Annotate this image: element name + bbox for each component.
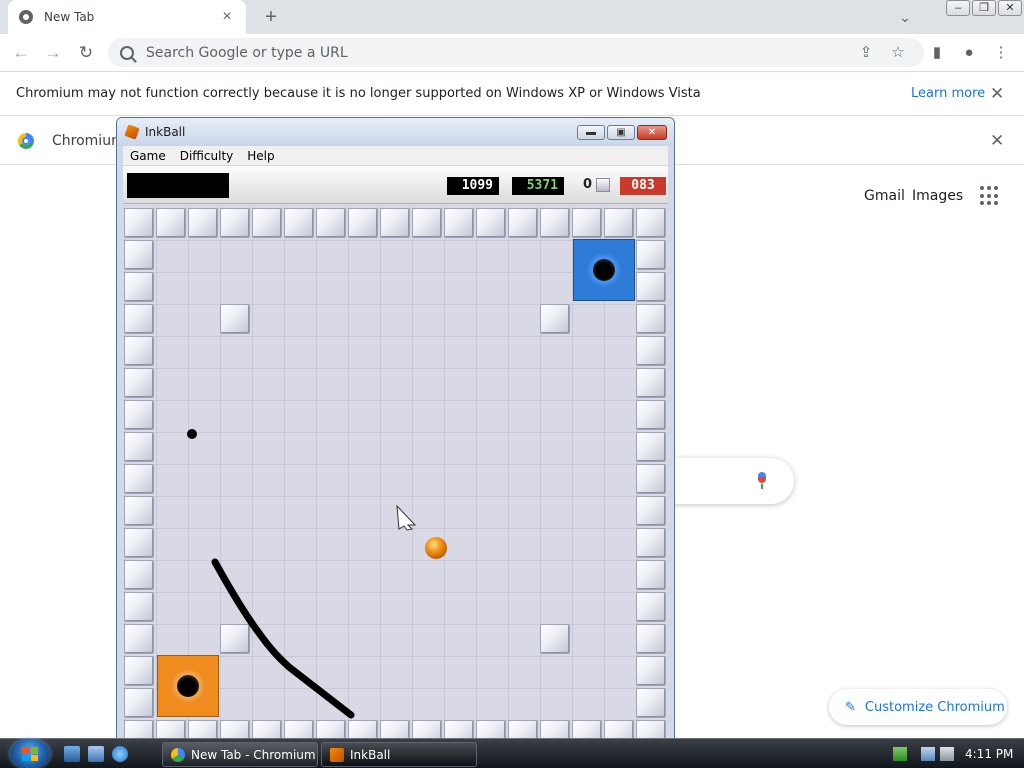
next-ball-display [127,173,229,198]
balls-count: 0 [583,177,593,192]
tab-new-tab[interactable]: New Tab × [8,0,246,34]
taskbar-item-chromium[interactable]: New Tab - Chromium [162,742,318,767]
customize-label: Customize Chromium [864,699,1005,715]
game-board[interactable] [123,207,668,740]
reload-icon[interactable]: ↻ [73,40,99,66]
high-score: 5371 [512,177,564,195]
ink-dot [187,429,197,439]
apps-grid-icon[interactable] [980,186,1000,206]
start-button[interactable] [10,739,50,768]
infobar-message: Chromium may not function correctly beca… [16,86,701,101]
maximize-icon[interactable]: ▣ [607,125,635,140]
omnibox-input[interactable] [146,44,912,61]
show-desktop-icon[interactable] [64,746,80,762]
taskbar: New Tab - Chromium InkBall 4:11 PM [0,738,1024,768]
network-icon[interactable] [921,747,935,761]
menu-game[interactable]: Game [123,149,173,163]
internet-explorer-icon[interactable] [112,746,128,762]
inkball-window-controls: ▬ ▣ ✕ [577,125,667,140]
microphone-icon[interactable] [757,472,767,490]
browser-toolbar: ← → ↻ ⇪ ☆ ▮ ● ⋮ [0,34,1024,72]
gray-ball-indicator-icon [596,178,610,192]
images-link[interactable]: Images [912,188,963,204]
menu-help[interactable]: Help [240,149,281,163]
maximize-icon[interactable]: ❐ [972,0,996,16]
ink-layer [187,429,447,719]
inkball-menubar: Game Difficulty Help [123,146,668,165]
orange-ball [425,537,447,559]
taskbar-item-inkball[interactable]: InkBall [321,742,477,767]
gmail-link[interactable]: Gmail [864,188,905,204]
inkball-title: InkBall [145,125,186,139]
cursor-icon [396,504,417,531]
search-icon [120,45,134,60]
inkball-body: 1099 5371 0 083 [123,166,668,740]
tab-close-icon[interactable]: × [218,8,236,26]
infobar-label: Chromium [52,132,125,149]
switch-windows-icon[interactable] [88,746,104,762]
tab-title: New Tab [44,10,95,24]
minimize-icon[interactable]: – [946,0,970,16]
learn-more-link[interactable]: Learn more [911,86,985,101]
clock[interactable]: 4:11 PM [965,747,1013,761]
inkball-window: InkBall ▬ ▣ ✕ Game Difficulty Help 1099 … [116,117,675,741]
screen: New Tab × + ⌄ – ❐ ✕ ← → ↻ ⇪ ☆ ▮ ● ⋮ Chro… [0,0,1024,768]
unsupported-os-infobar: Chromium may not function correctly beca… [0,72,1024,116]
profile-icon[interactable]: ● [958,42,980,64]
menu-icon[interactable]: ⋮ [990,42,1012,64]
ink-stroke [211,558,355,719]
task-label: New Tab - Chromium [191,747,316,762]
inkball-titlebar[interactable]: InkBall ▬ ▣ ✕ [117,118,674,146]
timer: 083 [620,177,666,195]
current-score: 1099 [447,177,499,195]
omnibox[interactable] [108,38,924,67]
close-icon[interactable]: ✕ [998,0,1022,16]
tab-search-icon[interactable]: ⌄ [894,6,916,28]
window-controls: – ❐ ✕ [946,0,1022,16]
score-bar: 1099 5371 0 083 [123,166,668,204]
ntp-search-box[interactable] [660,458,794,504]
new-tab-button[interactable]: + [258,4,284,30]
minimize-icon[interactable]: ▬ [577,125,605,140]
chrome-icon [19,10,33,24]
windows-logo-icon [22,747,38,761]
bookmark-star-icon[interactable]: ☆ [887,42,909,64]
forward-icon[interactable]: → [40,40,66,66]
infobar-close-icon[interactable]: ✕ [990,84,1004,104]
customize-chromium-button[interactable]: ✎ Customize Chromium [829,689,1007,725]
infobar-close-icon[interactable]: ✕ [990,131,1004,151]
network-status-icon[interactable] [893,747,907,761]
pencil-icon: ✎ [845,699,856,714]
task-label: InkBall [350,747,391,762]
share-icon[interactable]: ⇪ [855,42,877,64]
chromium-icon [171,747,185,762]
volume-muted-icon[interactable] [940,747,954,761]
inkball-icon [330,747,344,762]
tab-strip: New Tab × + ⌄ – ❐ ✕ [0,0,1024,34]
side-panel-icon[interactable]: ▮ [926,42,948,64]
close-icon[interactable]: ✕ [637,125,667,140]
back-icon[interactable]: ← [8,40,34,66]
menu-difficulty[interactable]: Difficulty [173,149,241,163]
inkball-app-icon [124,124,140,140]
chromium-logo-icon [18,132,34,149]
